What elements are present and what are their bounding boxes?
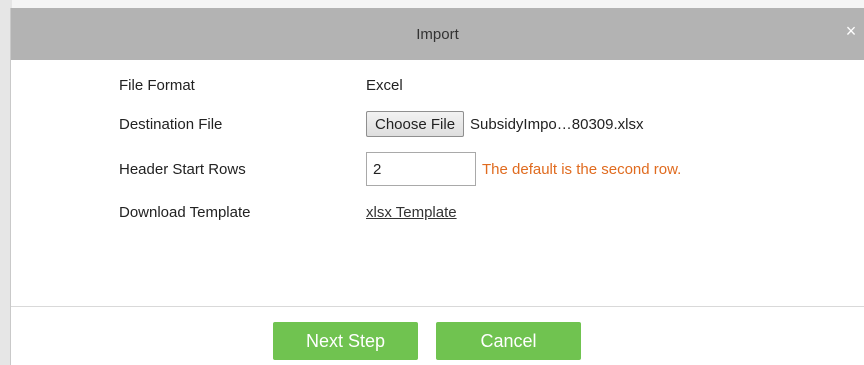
header-start-rows-input[interactable] [366,152,476,186]
cancel-button[interactable]: Cancel [436,322,581,360]
download-template-label: Download Template [119,203,251,221]
footer-divider [11,306,864,307]
next-step-button[interactable]: Next Step [273,322,418,360]
file-format-row: File Format Excel [119,67,403,103]
selected-file-name: SubsidyImpo…80309.xlsx [470,115,644,133]
header-start-rows-hint: The default is the second row. [482,160,682,178]
import-dialog: Import × File Format Excel Destination F… [10,8,864,365]
dialog-title: Import [416,25,459,43]
xlsx-template-link[interactable]: xlsx Template [366,204,457,221]
dialog-titlebar: Import × [11,8,864,60]
choose-file-button[interactable]: Choose File [366,111,465,137]
file-format-value: Excel [366,76,403,94]
destination-file-label: Destination File [119,115,223,133]
header-start-rows-row: Header Start Rows The default is the sec… [119,151,681,187]
close-icon[interactable]: × [842,22,860,40]
destination-file-row: Destination File Choose File SubsidyImpo… [119,106,643,142]
download-template-row: Download Template xlsx Template [119,194,457,230]
header-start-rows-label: Header Start Rows [119,160,246,178]
file-format-label: File Format [119,76,195,94]
